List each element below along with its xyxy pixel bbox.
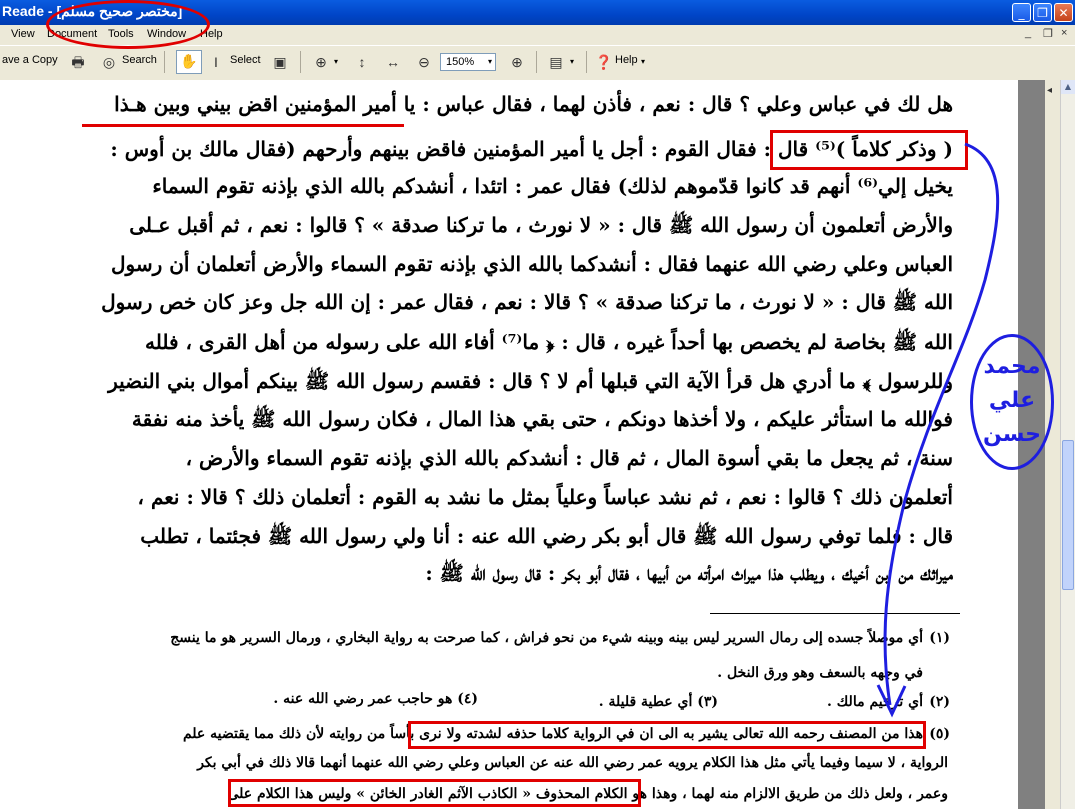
doc-close-button[interactable]: × [1061, 27, 1067, 39]
help-dropdown-icon[interactable]: ▾ [641, 57, 645, 66]
menu-view[interactable]: View [11, 28, 35, 40]
toolbar-separator [586, 51, 587, 73]
select-button[interactable]: Select [230, 54, 261, 66]
close-button[interactable]: ✕ [1054, 3, 1073, 22]
page-layout-icon[interactable]: ▤ [546, 52, 566, 72]
toolbar-separator [300, 51, 301, 73]
name-line: محمد [983, 354, 1041, 379]
zoom-in-icon[interactable]: ⊕ [507, 52, 527, 72]
hand-tool-icon[interactable]: ✋ [176, 50, 202, 74]
save-copy-button[interactable]: ave a Copy [2, 54, 58, 66]
zoom-out-icon[interactable]: ⊖ [414, 52, 434, 72]
name-line: علي [988, 388, 1036, 413]
fit-height-icon[interactable]: ↕ [352, 52, 372, 72]
doc-minimize-button[interactable]: _ [1025, 27, 1031, 39]
scroll-thumb[interactable] [1062, 440, 1074, 590]
search-button[interactable]: Search [122, 54, 157, 66]
scroll-up-icon[interactable]: ▲ [1061, 80, 1075, 94]
document-page: هل لك في عباس وعلي ؟ قال : نعم ، فأذن له… [0, 80, 1018, 809]
red-circle-annotation [46, 0, 210, 49]
doc-restore-button[interactable]: ❐ [1043, 27, 1053, 40]
zoom-in-tool-icon[interactable]: ⊕ [311, 52, 331, 72]
zoom-tool-dropdown-icon[interactable]: ▾ [334, 57, 338, 66]
toolbar-separator [536, 51, 537, 73]
blue-arrow-annotation [876, 142, 1000, 718]
layout-dropdown-icon[interactable]: ▾ [570, 57, 574, 66]
text-select-icon[interactable]: I [206, 52, 226, 72]
zoom-dropdown-icon[interactable]: ▾ [488, 53, 498, 71]
minimize-button[interactable]: _ [1012, 3, 1031, 22]
print-icon[interactable]: 🖶 [68, 52, 88, 72]
toolbar-separator [164, 51, 165, 73]
toolbar: ave a Copy 🖶 ◎ Search ✋ I Select ▣ ⊕ ▾ ↕… [0, 45, 1075, 81]
binoculars-icon[interactable]: ◎ [99, 52, 119, 72]
vertical-scrollbar[interactable]: ▲ [1060, 80, 1075, 809]
maximize-button[interactable]: ❐ [1033, 3, 1052, 22]
handwritten-name: محمد علي حسن [972, 350, 1052, 452]
fit-width-icon[interactable]: ↔ [383, 52, 403, 72]
snapshot-icon[interactable]: ▣ [270, 52, 290, 72]
name-line: حسن [982, 422, 1042, 447]
panel-toggle-icon[interactable]: ◂ [1047, 85, 1052, 96]
help-icon[interactable]: ❓ [594, 52, 614, 72]
help-button[interactable]: Help [615, 54, 638, 66]
document-area: هل لك في عباس وعلي ؟ قال : نعم ، فأذن له… [0, 80, 1060, 809]
